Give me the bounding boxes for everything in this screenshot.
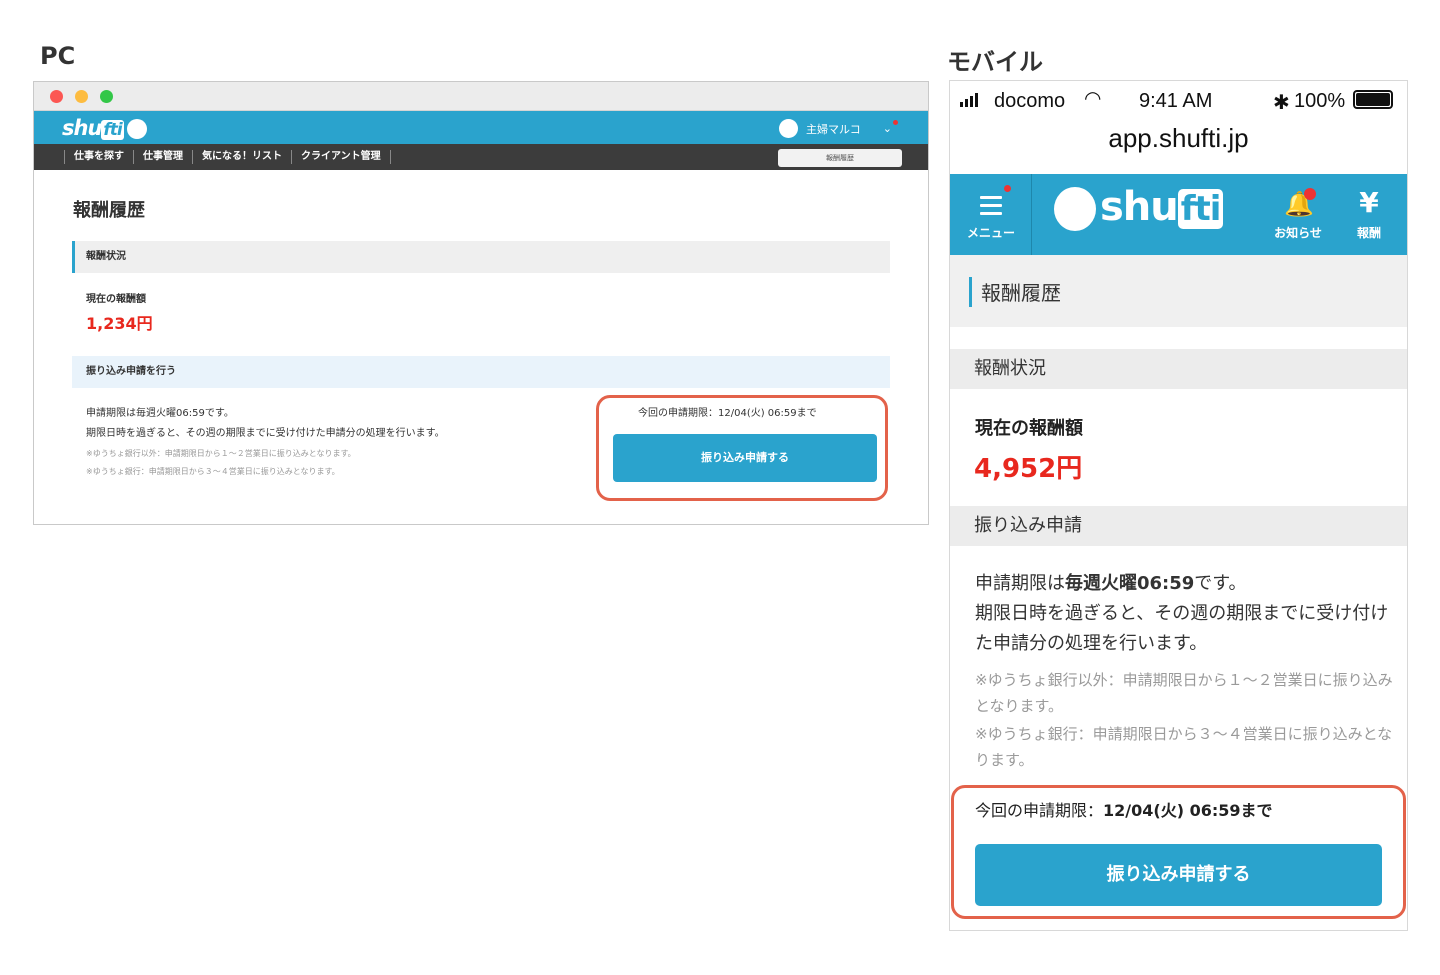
page-title: 報酬履歴: [981, 281, 1061, 305]
page-title-bar: 報酬履歴: [950, 255, 1407, 327]
notification-dot: [1004, 185, 1011, 192]
note-other-banks: ※ゆうちょ銀行以外：申請期限日から１〜２営業日に振り込みとなります。: [86, 449, 356, 458]
pc-section-label: PC: [40, 42, 76, 70]
menu-label: メニュー: [966, 226, 1015, 240]
section-header-transfer: 振り込み申請を行う: [72, 356, 890, 388]
deadline-info: 申請期限は毎週火曜06:59です。期限日時を過ぎると、その週の期限までに受け付け…: [975, 569, 1395, 659]
hamburger-icon: [980, 196, 1002, 220]
mobile-section-label: モバイル: [947, 48, 1043, 76]
mobile-header: メニュー shufti 🔔 お知らせ ¥ 報酬: [950, 174, 1407, 255]
battery-icon: [1353, 90, 1393, 109]
current-reward-label: 現在の報酬額: [975, 418, 1083, 439]
status-time: 9:41 AM: [1139, 90, 1213, 112]
global-nav: 仕事を探す 仕事管理 気になる！リスト クライアント管理 報酬履歴: [34, 144, 928, 170]
note-other-banks: ※ゆうちょ銀行以外：申請期限日から１〜２営業日に振り込みとなります。: [975, 671, 1393, 715]
reward-button[interactable]: ¥ 報酬: [1345, 174, 1393, 255]
current-reward-amount: 4,952円: [974, 454, 1083, 484]
info-text: 申請期限は: [975, 573, 1065, 594]
logo-text: shu: [1100, 184, 1179, 230]
note-yucho-bank: ※ゆうちょ銀行：申請期限日から３〜４営業日に振り込みとなります。: [975, 725, 1393, 769]
info-deadline-bold: 毎週火曜06:59: [1065, 573, 1195, 594]
logo-text: shu: [62, 116, 102, 140]
logo-text-box: fti: [1177, 189, 1224, 229]
battery-percent: 100%: [1294, 90, 1346, 112]
site-header: shu fti 主婦マルコ ⌄: [34, 111, 928, 144]
nav-favorites[interactable]: 気になる！リスト: [193, 150, 292, 164]
processing-info: 期限日時を過ぎると、その週の期限までに受け付けた申請分の処理を行います。: [86, 428, 445, 439]
section-header-transfer: 振り込み申請: [950, 506, 1407, 546]
highlight-box: [596, 395, 888, 501]
current-reward-label: 現在の報酬額: [86, 294, 146, 305]
snowman-icon: [1054, 187, 1096, 231]
shufti-logo[interactable]: shufti: [1054, 184, 1224, 231]
close-window-icon[interactable]: [50, 90, 63, 103]
user-menu[interactable]: 主婦マルコ ⌄: [779, 119, 898, 138]
wifi-icon: ◠: [1084, 88, 1102, 110]
carrier-name: docomo: [994, 90, 1066, 112]
snowman-icon: [126, 119, 147, 139]
section-header-status: 報酬状況: [72, 241, 890, 273]
avatar: [779, 119, 798, 138]
info-text-end: です。: [1194, 573, 1247, 594]
yen-icon: ¥: [1359, 186, 1379, 219]
processing-info: 期限日時を過ぎると、その週の期限までに受け付けた申請分の処理を行います。: [975, 603, 1389, 654]
notifications-button[interactable]: 🔔 お知らせ: [1268, 174, 1328, 255]
window-titlebar: [34, 82, 928, 111]
title-accent-bar: [969, 277, 972, 307]
minimize-window-icon[interactable]: [75, 90, 88, 103]
notification-dot: [893, 120, 898, 125]
signal-icon: [960, 93, 978, 107]
reward-label: 報酬: [1356, 226, 1381, 240]
deadline-info: 申請期限は毎週火曜06:59です。: [86, 408, 234, 419]
nav-find-jobs[interactable]: 仕事を探す: [64, 150, 134, 164]
chevron-down-icon[interactable]: ⌄: [883, 120, 898, 135]
nav-job-management[interactable]: 仕事管理: [134, 150, 193, 164]
page-title: 報酬履歴: [73, 200, 145, 221]
shufti-logo[interactable]: shufti: [62, 116, 147, 140]
user-name: 主婦マルコ: [806, 122, 861, 136]
note-yucho-bank: ※ゆうちょ銀行：申請期限日から３〜４営業日に振り込みとなります。: [86, 467, 340, 476]
logo-text-box: fti: [101, 120, 124, 140]
nav-client-management[interactable]: クライアント管理: [292, 150, 391, 164]
menu-button[interactable]: メニュー: [950, 174, 1032, 255]
reward-history-button[interactable]: 報酬履歴: [778, 149, 902, 167]
highlight-box: [951, 785, 1406, 919]
address-bar[interactable]: app.shufti.jp: [950, 123, 1407, 154]
status-bar: docomo ◠ 9:41 AM ✱ 100%: [950, 81, 1407, 121]
notification-dot: [1304, 188, 1316, 200]
maximize-window-icon[interactable]: [100, 90, 113, 103]
notifications-label: お知らせ: [1274, 226, 1322, 240]
spacer: [950, 327, 1407, 349]
section-header-status: 報酬状況: [950, 349, 1407, 389]
bluetooth-icon: ✱: [1273, 92, 1290, 114]
current-reward-amount: 1,234円: [86, 314, 153, 333]
